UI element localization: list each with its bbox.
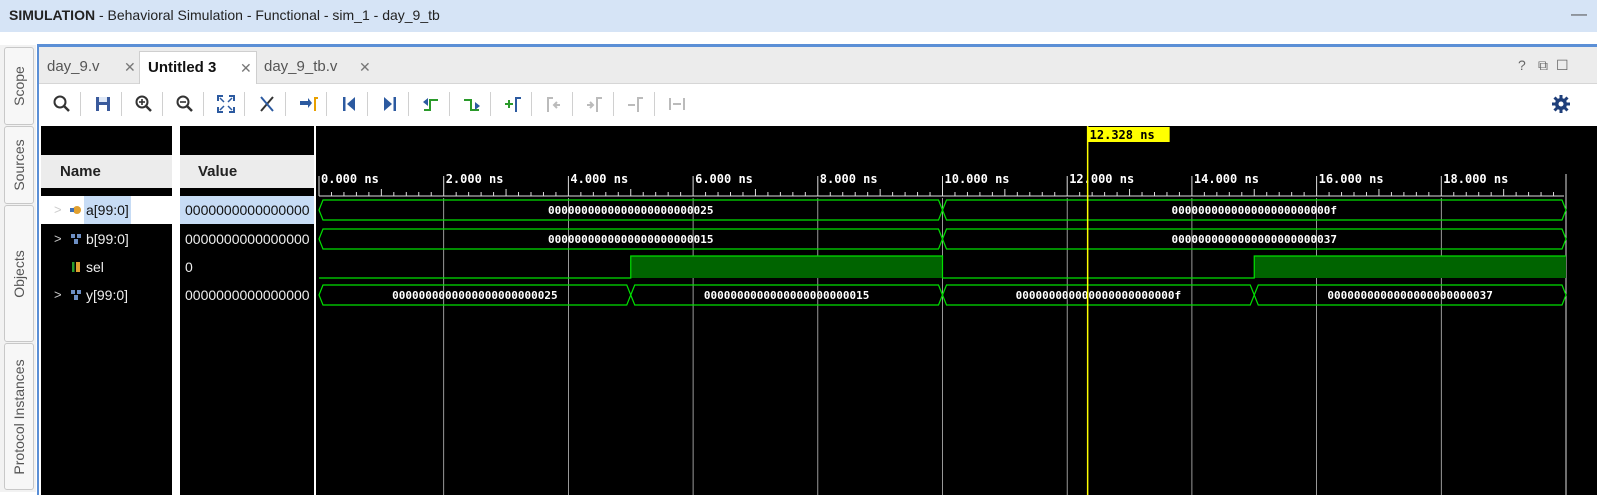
add-marker-icon[interactable] xyxy=(503,94,523,114)
chevron-right-icon[interactable]: > xyxy=(54,225,62,253)
side-tab-objects[interactable]: Objects xyxy=(4,205,34,342)
chevron-right-icon[interactable]: > xyxy=(54,196,62,224)
signal-row-y[interactable]: > y[99:0] xyxy=(41,281,172,309)
name-column-header[interactable]: Name xyxy=(41,155,172,188)
time-tick-label: 4.000 ns xyxy=(570,172,628,186)
go-to-end-icon[interactable] xyxy=(380,94,400,114)
signal-row-sel[interactable]: sel xyxy=(41,253,172,281)
signal-name: sel xyxy=(86,259,104,275)
close-icon[interactable]: ✕ xyxy=(240,52,252,84)
next-transition-icon[interactable] xyxy=(462,94,482,114)
side-tab-scope[interactable]: Scope xyxy=(4,47,34,125)
go-to-start-icon[interactable] xyxy=(339,94,359,114)
waveform-toolbar xyxy=(39,84,1597,124)
close-icon[interactable]: ✕ xyxy=(124,51,136,83)
waveform-canvas[interactable]: 0.000 ns 2.000 ns 4.000 ns 6.000 ns 8.000 ns… xyxy=(316,126,1597,495)
zoom-in-icon[interactable] xyxy=(134,94,154,114)
next-marker-icon[interactable] xyxy=(585,94,605,114)
bit-high-fill xyxy=(630,256,943,278)
time-tick-label: 12.000 ns xyxy=(1069,172,1134,186)
input-bus-icon xyxy=(70,206,81,214)
bit-high-fill xyxy=(1254,256,1566,278)
time-tick-label: 10.000 ns xyxy=(945,172,1010,186)
restore-icon[interactable]: ⧉ xyxy=(1538,57,1548,74)
search-icon[interactable] xyxy=(52,94,72,114)
bus-value-label: 0000000000000000000000025 xyxy=(392,289,558,302)
bus-value-label: 000000000000000000000000f xyxy=(1016,289,1182,302)
window-title: SIMULATION - Behavioral Simulation - Fun… xyxy=(9,7,440,23)
time-tick-label: 18.000 ns xyxy=(1443,172,1508,186)
time-tick-label: 16.000 ns xyxy=(1319,172,1384,186)
maximize-icon[interactable]: ☐ xyxy=(1556,57,1569,74)
bus-value-label: 0000000000000000000000037 xyxy=(1171,233,1337,246)
time-tick-label: 14.000 ns xyxy=(1194,172,1259,186)
swap-cursors-icon[interactable] xyxy=(667,94,687,114)
time-tick-label: 6.000 ns xyxy=(695,172,753,186)
minimize-icon[interactable]: — xyxy=(1571,0,1587,30)
bus-value-label: 0000000000000000000000015 xyxy=(548,233,714,246)
signal-name: a[99:0] xyxy=(84,196,131,224)
signal-row-a[interactable]: > a[99:0] xyxy=(41,196,172,224)
cursor-time-label: 12.328 ns xyxy=(1090,128,1155,142)
zoom-fit-icon[interactable] xyxy=(216,94,236,114)
save-icon[interactable] xyxy=(93,94,113,114)
side-tab-sources[interactable]: Sources xyxy=(4,126,34,204)
bus-value-label: 000000000000000000000000f xyxy=(1171,204,1337,217)
delete-marker-icon[interactable] xyxy=(626,94,646,114)
bus-icon xyxy=(71,290,81,300)
tab-untitled-3[interactable]: Untitled 3 ✕ xyxy=(139,51,257,84)
cursor-to-zero-icon[interactable] xyxy=(257,94,277,114)
time-tick-label: 8.000 ns xyxy=(820,172,878,186)
signal-value: 0000000000000000 xyxy=(180,196,314,224)
gear-icon[interactable] xyxy=(1551,94,1571,114)
window-title-bar: SIMULATION - Behavioral Simulation - Fun… xyxy=(0,0,1597,32)
value-column-header[interactable]: Value xyxy=(180,155,314,188)
signal-value: 0000000000000000 xyxy=(185,231,310,247)
help-icon[interactable]: ? xyxy=(1518,57,1526,73)
editor-tab-bar: day_9.v ✕ Untitled 3 ✕ day_9_tb.v ✕ ? ⧉ ☐ xyxy=(39,47,1597,84)
signal-name: b[99:0] xyxy=(86,231,129,247)
bus-value-label: 0000000000000000000000025 xyxy=(548,204,714,217)
signal-value: 0 xyxy=(185,259,193,275)
side-tab-protocol-instances[interactable]: Protocol Instances xyxy=(4,343,34,490)
chevron-right-icon[interactable]: > xyxy=(54,281,62,309)
side-tab-strip: Scope Sources Objects Protocol Instances xyxy=(0,45,36,492)
tab-day-9-tb-v[interactable]: day_9_tb.v ✕ xyxy=(256,51,374,83)
signal-name: y[99:0] xyxy=(86,287,129,303)
close-icon[interactable]: ✕ xyxy=(359,51,371,83)
waveform-panel: day_9.v ✕ Untitled 3 ✕ day_9_tb.v ✕ ? ⧉ ☐ xyxy=(37,44,1597,495)
signal-row-b[interactable]: > b[99:0] xyxy=(41,225,172,253)
tab-day-9-v[interactable]: day_9.v ✕ xyxy=(39,51,139,83)
previous-transition-icon[interactable] xyxy=(421,94,441,114)
bus-icon xyxy=(71,234,81,244)
bit-signal-icon xyxy=(72,262,80,272)
value-column: Value 0000000000000000 0000000000000000 … xyxy=(180,126,314,495)
bus-value-label: 0000000000000000000000037 xyxy=(1327,289,1493,302)
name-column: Name > a[99:0] > b[99:0] sel > y[99:0] xyxy=(41,126,172,495)
signal-value: 0000000000000000 xyxy=(185,287,310,303)
previous-marker-icon[interactable] xyxy=(544,94,564,114)
time-tick-label: 0.000 ns xyxy=(321,172,379,186)
go-to-cursor-icon[interactable] xyxy=(298,94,318,114)
time-tick-label: 2.000 ns xyxy=(446,172,504,186)
bus-value-label: 0000000000000000000000015 xyxy=(704,289,870,302)
zoom-out-icon[interactable] xyxy=(175,94,195,114)
